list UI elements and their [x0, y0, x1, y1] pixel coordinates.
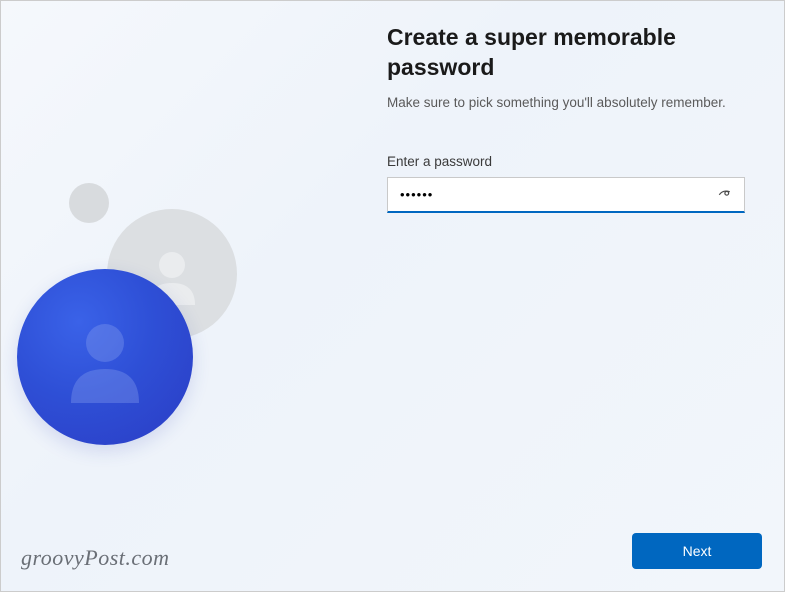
eye-icon — [717, 185, 735, 203]
user-icon — [55, 307, 155, 407]
main-content: Create a super memorable password Make s… — [387, 23, 747, 213]
reveal-password-button[interactable] — [708, 177, 744, 211]
primary-user-avatar — [17, 269, 193, 445]
watermark-text: groovyPost.com — [21, 545, 170, 571]
page-subtitle: Make sure to pick something you'll absol… — [387, 95, 747, 110]
decorative-circle — [69, 183, 109, 223]
password-input-container[interactable] — [387, 177, 745, 213]
password-label: Enter a password — [387, 154, 747, 169]
password-input[interactable] — [388, 187, 708, 202]
account-illustration — [1, 171, 301, 471]
next-button[interactable]: Next — [632, 533, 762, 569]
page-title: Create a super memorable password — [387, 23, 747, 83]
